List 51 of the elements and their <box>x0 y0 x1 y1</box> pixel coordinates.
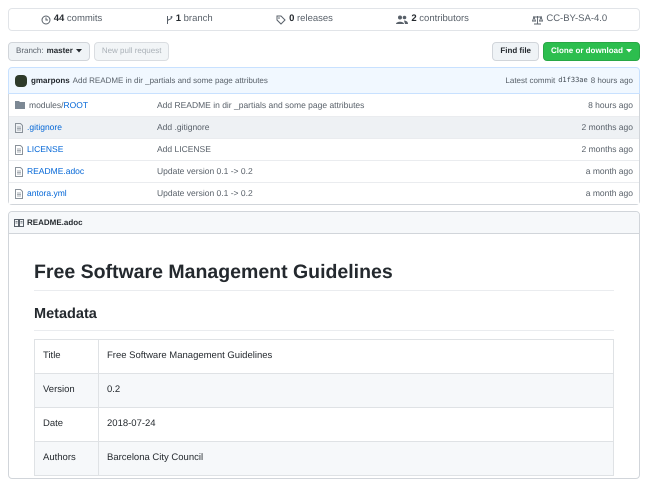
row-header: Date <box>34 407 98 441</box>
file-icon <box>15 122 23 132</box>
table-cell: 0.2 <box>98 373 614 407</box>
find-file-button[interactable]: Find file <box>492 42 539 60</box>
file-icon <box>15 166 23 176</box>
commit-time: 8 hours ago <box>590 74 633 86</box>
history-icon <box>40 14 51 24</box>
branch-button[interactable]: Branch: master <box>8 42 90 60</box>
commit-message[interactable]: Add .gitignore <box>157 121 582 134</box>
readme-title: Free Software Management Guidelines <box>34 260 614 292</box>
file-age: a month ago <box>586 187 633 200</box>
file-age: 8 hours ago <box>588 98 633 112</box>
commit-message[interactable]: Add README in dir _partials and some page attributes <box>157 98 588 112</box>
file-link[interactable]: LICENSE <box>27 143 64 156</box>
row-header: Title <box>34 339 98 373</box>
section-heading: Metadata <box>34 305 614 330</box>
commit-message[interactable]: Update version 0.1 -> 0.2 <box>157 187 586 200</box>
readme-filename: README.adoc <box>27 216 83 228</box>
scale-icon <box>532 14 544 24</box>
tag-icon <box>276 14 286 24</box>
table-cell: Free Software Management Guidelines <box>98 339 614 373</box>
avatar-icon <box>15 74 27 86</box>
latest-commit-label: Latest commit <box>505 74 556 86</box>
branch-icon <box>166 14 173 24</box>
table-cell: 2018-07-24 <box>98 407 614 441</box>
commit-author[interactable]: gmarpons <box>31 74 70 86</box>
table-cell: Barcelona City Council <box>98 441 614 475</box>
stat-link[interactable]: CC-BY-SA-4.0 <box>532 12 608 27</box>
folder-icon <box>15 101 25 109</box>
row-header: Version <box>34 373 98 407</box>
row-header: Authors <box>34 441 98 475</box>
file-age: 2 months ago <box>581 121 633 134</box>
stat-link[interactable]: 1 branch <box>166 12 213 27</box>
stat-link[interactable]: 44 commits <box>40 12 102 27</box>
file-link[interactable]: .gitignore <box>27 121 62 134</box>
commit-message[interactable]: Add README in dir _partials and some page attributes <box>72 74 268 86</box>
file-link[interactable]: antora.yml <box>27 187 67 200</box>
file-icon <box>15 188 23 198</box>
stat-link[interactable]: 2 contributors <box>396 12 469 27</box>
file-icon <box>15 144 23 154</box>
people-icon <box>396 15 408 24</box>
commit-message[interactable]: Add LICENSE <box>157 143 582 156</box>
caret-icon <box>76 49 82 53</box>
file-link[interactable]: README.adoc <box>27 165 84 178</box>
commit-message[interactable]: Update version 0.1 -> 0.2 <box>157 165 586 178</box>
book-icon <box>14 218 24 226</box>
folder-link[interactable]: modules/ROOT <box>29 98 88 112</box>
file-age: a month ago <box>586 165 633 178</box>
stat-link[interactable]: 0 releases <box>276 12 333 27</box>
file-age: 2 months ago <box>581 143 633 156</box>
caret-icon <box>626 49 632 53</box>
